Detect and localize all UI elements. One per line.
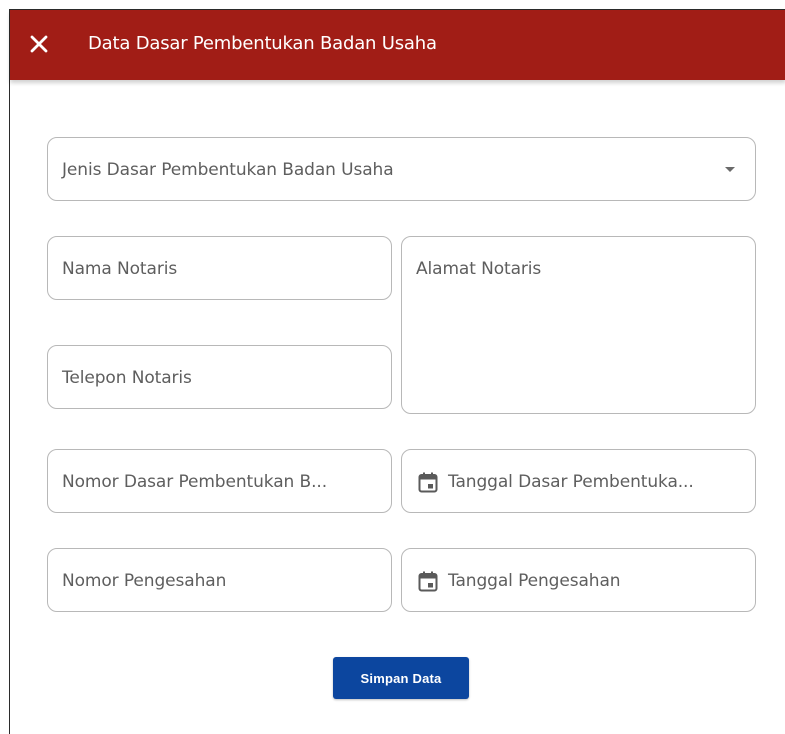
nomor-dasar-label: Nomor Dasar Pembentukan B... [62,472,327,492]
dialog: Data Dasar Pembentukan Badan Usaha Jenis… [9,9,785,734]
nomor-pengesahan-label: Nomor Pengesahan [62,571,227,591]
tanggal-pengesahan-input[interactable]: Tanggal Pengesahan [401,548,756,612]
jenis-dasar-label: Jenis Dasar Pembentukan Badan Usaha [62,160,394,180]
dialog-title: Data Dasar Pembentukan Badan Usaha [88,33,437,54]
calendar-icon [418,571,438,592]
calendar-icon [418,472,438,493]
alamat-notaris-textarea[interactable]: Alamat Notaris [401,236,756,414]
nomor-pengesahan-input[interactable]: Nomor Pengesahan [47,548,392,612]
dialog-header: Data Dasar Pembentukan Badan Usaha [10,10,785,80]
tanggal-dasar-label: Tanggal Dasar Pembentuka... [448,472,694,492]
jenis-dasar-select[interactable]: Jenis Dasar Pembentukan Badan Usaha [47,137,756,201]
tanggal-dasar-input[interactable]: Tanggal Dasar Pembentuka... [401,449,756,513]
chevron-down-icon [725,167,735,172]
telepon-notaris-input[interactable]: Telepon Notaris [47,345,392,409]
telepon-notaris-label: Telepon Notaris [62,368,192,388]
nama-notaris-label: Nama Notaris [62,259,178,279]
close-button[interactable] [26,31,52,57]
nomor-dasar-input[interactable]: Nomor Dasar Pembentukan B... [47,449,392,513]
nama-notaris-input[interactable]: Nama Notaris [47,236,392,300]
alamat-notaris-label: Alamat Notaris [416,259,542,279]
simpan-data-button[interactable]: Simpan Data [333,657,469,699]
close-icon [30,35,48,53]
tanggal-pengesahan-label: Tanggal Pengesahan [448,571,621,591]
